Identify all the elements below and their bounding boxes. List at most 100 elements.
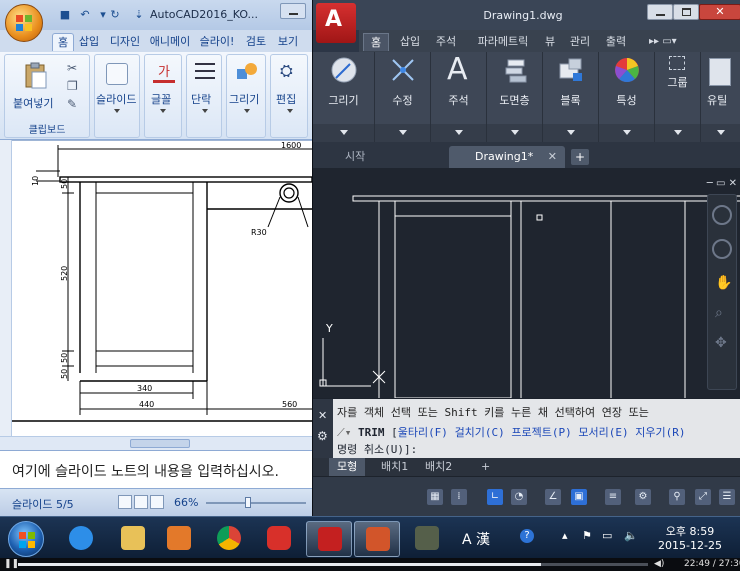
- grid-icon[interactable]: ▦: [427, 489, 443, 505]
- drawing-group[interactable]: 그리기: [226, 54, 266, 138]
- trim-option-edge[interactable]: 모서리(E): [578, 426, 628, 439]
- tab-home[interactable]: 홈: [363, 33, 389, 51]
- tab-insert[interactable]: 삽입: [76, 33, 102, 51]
- format-painter-icon[interactable]: ✎: [67, 97, 77, 111]
- pause-icon[interactable]: ❚❚: [4, 559, 19, 569]
- seek-bar[interactable]: [18, 563, 648, 566]
- tab-slideshow[interactable]: 슬라이!: [196, 33, 238, 51]
- steering-wheel-icon[interactable]: [712, 205, 732, 225]
- tab-parametric[interactable]: 파라메트릭: [471, 33, 535, 51]
- showmotion-icon[interactable]: ✥: [715, 335, 727, 351]
- taskbar-chrome[interactable]: [206, 521, 252, 557]
- utilities-panel-expand[interactable]: [701, 124, 740, 142]
- block-panel-expand[interactable]: [543, 124, 598, 142]
- minimize-button[interactable]: [647, 4, 673, 20]
- taskbar-powerpoint[interactable]: [354, 521, 400, 557]
- drawing-viewport[interactable]: ─ ▭ ✕ Y ✋ ⌕ ✥: [313, 168, 740, 398]
- normal-view-icon[interactable]: [118, 495, 132, 509]
- help-icon[interactable]: ?: [520, 529, 534, 543]
- slides-group[interactable]: 슬라이드: [94, 54, 140, 138]
- show-hidden-icons-icon[interactable]: ▴: [562, 529, 568, 542]
- settings-gear-icon[interactable]: ⚙: [635, 489, 651, 505]
- layers-panel-expand[interactable]: [487, 124, 542, 142]
- groups-panel[interactable]: 그룹: [655, 52, 701, 142]
- ortho-icon[interactable]: ∟: [487, 489, 503, 505]
- snap-icon[interactable]: ⁞: [451, 489, 467, 505]
- trim-option-crossing[interactable]: 걸치기(C): [455, 426, 505, 439]
- tab-insert[interactable]: 삽입: [397, 33, 423, 51]
- annotation-panel[interactable]: A 주석: [431, 52, 487, 142]
- customize-icon[interactable]: ☰: [719, 489, 735, 505]
- editing-group[interactable]: ⛭ 편집: [270, 54, 308, 138]
- trim-option-fence[interactable]: 울타리(F): [398, 426, 448, 439]
- modify-panel-expand[interactable]: [375, 124, 430, 142]
- trim-option-erase[interactable]: 지우기(R): [635, 426, 685, 439]
- taskbar-explorer[interactable]: [110, 521, 156, 557]
- tab-design[interactable]: 디자인: [106, 33, 144, 51]
- close-button[interactable]: ✕: [699, 4, 740, 20]
- paste-button[interactable]: [23, 61, 49, 95]
- close-tab-icon[interactable]: ✕: [548, 146, 557, 168]
- clock-date[interactable]: 2015-12-25: [650, 539, 730, 552]
- modify-panel[interactable]: 수정: [375, 52, 431, 142]
- taskbar-autocad[interactable]: [306, 521, 352, 557]
- start-button[interactable]: [8, 521, 44, 557]
- add-layout-icon[interactable]: +: [473, 458, 498, 476]
- ime-indicator[interactable]: A 漢: [462, 529, 490, 549]
- close-command-icon[interactable]: ✕: [318, 409, 327, 422]
- taskbar-media-player[interactable]: [156, 521, 202, 557]
- scroll-thumb[interactable]: [130, 439, 190, 448]
- cut-icon[interactable]: ✂: [67, 61, 77, 75]
- file-tab-start[interactable]: 시작: [319, 146, 449, 168]
- tab-home[interactable]: 홈: [52, 33, 74, 51]
- polar-icon[interactable]: ◔: [511, 489, 527, 505]
- isometric-icon[interactable]: ∠: [545, 489, 561, 505]
- lineweight-icon[interactable]: ≡: [605, 489, 621, 505]
- zoom-level[interactable]: 66%: [174, 496, 198, 509]
- tab-annotate[interactable]: 주석: [433, 33, 459, 51]
- pan-icon[interactable]: ✋: [715, 275, 732, 291]
- tab-animations[interactable]: 애니메이: [148, 33, 192, 51]
- tab-view[interactable]: 보기: [274, 33, 302, 51]
- tab-output[interactable]: 출력: [603, 33, 629, 51]
- utilities-panel[interactable]: 유틸: [701, 52, 740, 142]
- clock-time[interactable]: 오후 8:59: [650, 523, 730, 539]
- annotation-scale-icon[interactable]: ⚲: [669, 489, 685, 505]
- volume-icon[interactable]: ◀): [654, 559, 664, 569]
- fullscreen-icon[interactable]: ⤢: [695, 489, 711, 505]
- customize-wrench-icon[interactable]: ⚙: [317, 429, 328, 443]
- paragraph-group[interactable]: 단락: [186, 54, 222, 138]
- draw-panel[interactable]: 그리기: [313, 52, 375, 142]
- taskbar-app-red[interactable]: [256, 521, 302, 557]
- zoom-icon[interactable]: ⌕: [715, 305, 723, 321]
- file-tab-drawing1[interactable]: Drawing1* ✕: [449, 146, 565, 168]
- groups-panel-expand[interactable]: [655, 124, 700, 142]
- navigation-bar[interactable]: ✋ ⌕ ✥: [707, 194, 737, 390]
- application-menu-button[interactable]: A: [316, 3, 356, 43]
- zoom-slider-thumb[interactable]: [245, 497, 251, 508]
- undo-icon[interactable]: ↶: [78, 8, 92, 22]
- trim-option-project[interactable]: 프로젝트(P): [511, 426, 571, 439]
- viewport-controls[interactable]: ─ ▭ ✕: [681, 178, 737, 190]
- redo-icon[interactable]: ↻: [108, 8, 122, 22]
- action-center-icon[interactable]: ⚑: [582, 529, 592, 542]
- taskbar-plugin[interactable]: [404, 521, 450, 557]
- save-icon[interactable]: ■: [58, 8, 72, 22]
- slide-horizontal-scrollbar[interactable]: [0, 436, 312, 450]
- layout-tab-1[interactable]: 배치1: [373, 458, 416, 476]
- taskbar-ie[interactable]: [58, 521, 104, 557]
- network-icon[interactable]: ▭: [602, 529, 612, 542]
- orbit-icon[interactable]: [712, 239, 732, 259]
- tab-review[interactable]: 검토: [242, 33, 270, 51]
- minimize-button[interactable]: [280, 3, 306, 19]
- slide-canvas[interactable]: 1600 10 50 520 50 50 340 440 560 R30: [0, 140, 312, 436]
- maximize-button[interactable]: [673, 4, 699, 20]
- office-button[interactable]: [5, 4, 43, 42]
- more-tabs-icon[interactable]: ▸▸ ▭▾: [649, 33, 677, 51]
- layout-tab-2[interactable]: 배치2: [417, 458, 460, 476]
- block-panel[interactable]: 블록: [543, 52, 599, 142]
- slide-sorter-icon[interactable]: [134, 495, 148, 509]
- layout-tab-model[interactable]: 모형: [329, 458, 366, 476]
- customize-qat-icon[interactable]: ⇣: [132, 8, 146, 22]
- notes-pane[interactable]: 여기에 슬라이드 노트의 내용을 입력하십시오.: [0, 450, 312, 488]
